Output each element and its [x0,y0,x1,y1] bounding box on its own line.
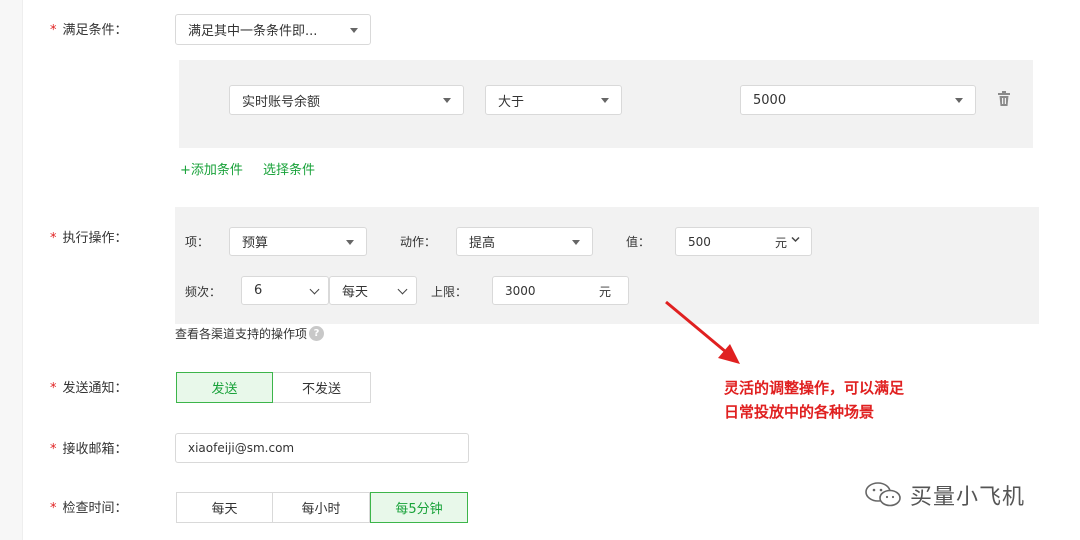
watermark-text: 买量小飞机 [910,485,1026,510]
value-label: 值： [626,235,651,249]
frequency-period-select[interactable]: 每天 [329,276,417,305]
check-time-label: * 检查时间： [50,501,128,516]
add-condition-link[interactable]: +添加条件 [180,159,243,178]
question-icon[interactable]: ? [309,326,324,341]
caret-down-icon [955,98,963,103]
caret-down-icon [350,27,358,33]
check-5min-button[interactable]: 每5分钟 [370,492,468,523]
email-field[interactable]: xiaofeiji@sm.com [175,433,469,463]
notify-label: * 发送通知： [50,381,128,396]
annotation-arrow-icon [665,300,740,364]
email-label: * 接收邮箱： [50,442,128,457]
required-mark: * [50,381,57,396]
annotation-text: 灵活的调整操作，可以满足 日常投放中的各种场景 [724,379,905,421]
trash-icon[interactable] [997,91,1011,107]
limit-unit: 元 [599,285,612,299]
caret-down-icon [346,239,354,245]
value-unit-dropdown[interactable]: 元 [775,234,787,251]
action-type-label: 动作： [400,235,437,249]
notify-toggle-group: 发送 不发送 [176,372,371,403]
required-mark: * [50,231,57,246]
caret-down-icon [572,239,580,245]
caret-down-icon [601,98,609,103]
condition-value-select[interactable]: 5000 [740,85,976,115]
check-time-toggle-group: 每天 每小时 每5分钟 [176,492,468,523]
frequency-count-select[interactable]: 6 [241,276,329,305]
frequency-label: 频次： [185,285,222,299]
chevron-down-icon [397,284,408,294]
item-select[interactable]: 预算 [229,227,367,256]
action-label: * 执行操作： [50,231,128,246]
chevron-down-icon [309,284,320,294]
check-hourly-button[interactable]: 每小时 [273,492,370,523]
chevron-down-icon [791,236,800,243]
required-mark: * [50,23,57,38]
left-sidebar-strip [0,0,23,540]
caret-down-icon [443,98,451,103]
required-mark: * [50,501,57,516]
item-label: 项： [185,235,210,249]
condition-match-select[interactable]: 满足其中一条条件即... [175,14,371,45]
wechat-logo-icon [865,482,901,507]
choose-condition-link[interactable]: 选择条件 [263,159,315,178]
limit-label: 上限： [431,285,468,299]
operation-help-link[interactable]: 查看各渠道支持的操作项 [175,325,307,342]
required-mark: * [50,442,57,457]
condition-metric-select[interactable]: 实时账号余额 [229,85,464,115]
notify-no-send-button[interactable]: 不发送 [273,372,371,403]
action-type-select[interactable]: 提高 [456,227,593,256]
notify-send-button[interactable]: 发送 [176,372,273,403]
check-daily-button[interactable]: 每天 [176,492,273,523]
condition-label: * 满足条件： [50,23,128,38]
condition-operator-select[interactable]: 大于 [485,85,622,115]
action-panel [175,207,1039,324]
